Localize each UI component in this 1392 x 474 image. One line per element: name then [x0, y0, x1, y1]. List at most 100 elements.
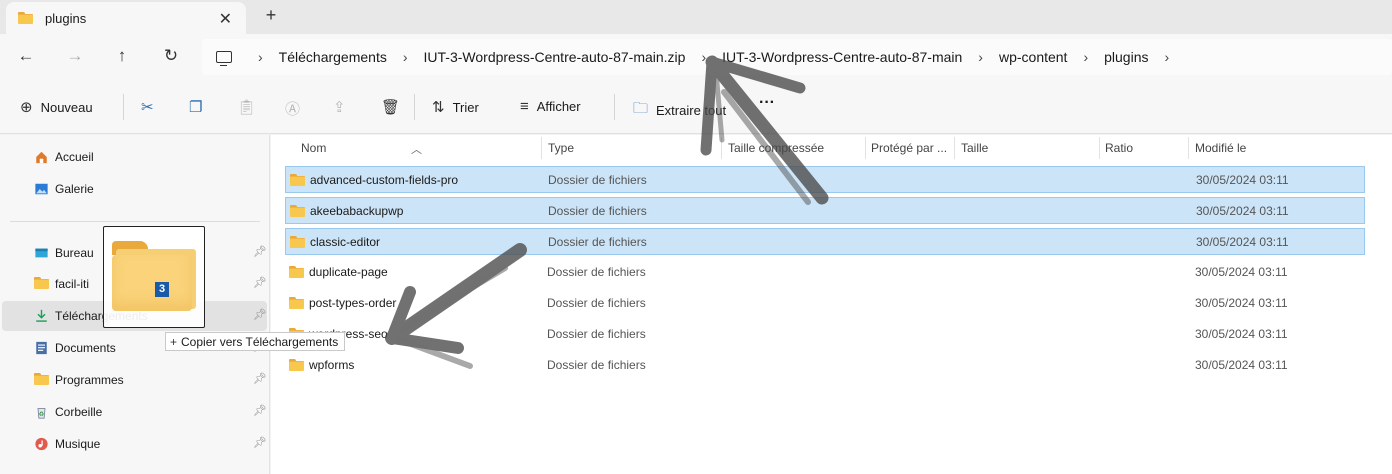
pin-icon[interactable]: 📌︎ — [253, 276, 267, 289]
new-button[interactable]: ⊕ Nouveau — [20, 98, 93, 116]
file-type: Dossier de fichiers — [547, 358, 646, 372]
column-divider[interactable] — [1188, 137, 1189, 159]
file-name: akeebabackupwp — [310, 204, 404, 218]
view-icon: ≡ — [520, 98, 529, 115]
chevron-right-icon[interactable]: › — [1165, 49, 1170, 65]
breadcrumb-wp-content[interactable]: wp-content — [999, 49, 1067, 65]
sidebar-item-label: Accueil — [55, 150, 94, 164]
column-password-protected[interactable]: Protégé par ... — [871, 141, 947, 155]
refresh-button[interactable]: ↻ — [159, 46, 183, 68]
chevron-right-icon[interactable]: › — [403, 49, 408, 65]
command-toolbar: ⊕ Nouveau ✂ ❐ 📋︎ Ⓐ ⇪ 🗑︎ ⇅ Trier ≡ Affich… — [0, 80, 1392, 134]
file-row[interactable]: duplicate-page Dossier de fichiers 30/05… — [285, 259, 1365, 286]
folder-icon — [290, 236, 305, 248]
sidebar-item-label: facil-iti — [55, 277, 90, 291]
sidebar-item-music[interactable]: Musique 📌︎ — [2, 429, 267, 459]
extract-all-button[interactable]: 🗀︎ Extraire tout — [633, 98, 726, 123]
drag-preview: 3 — [103, 226, 205, 328]
file-type: Dossier de fichiers — [548, 204, 647, 218]
more-options-button[interactable]: ··· — [759, 94, 775, 112]
sidebar-item-label: Galerie — [55, 182, 94, 196]
clipboard-icon: 📋︎ — [237, 99, 257, 116]
breadcrumb-downloads[interactable]: Téléchargements — [279, 49, 387, 65]
music-icon — [35, 437, 48, 451]
rename-icon: Ⓐ — [285, 101, 301, 118]
sidebar-item-home[interactable]: Accueil — [2, 142, 267, 172]
column-divider[interactable] — [954, 137, 955, 159]
computer-icon — [216, 51, 232, 66]
column-ratio[interactable]: Ratio — [1105, 141, 1133, 155]
tab-plugins[interactable]: plugins ✕ — [6, 2, 246, 34]
file-name: post-types-order — [309, 296, 397, 310]
chevron-right-icon[interactable]: › — [978, 49, 983, 65]
desktop-icon — [35, 248, 48, 258]
breadcrumb-plugins[interactable]: plugins — [1104, 49, 1148, 65]
file-name: duplicate-page — [309, 265, 388, 279]
folder-icon — [18, 12, 33, 24]
forward-button[interactable]: → — [63, 46, 87, 68]
documents-icon — [36, 341, 47, 355]
item-count-badge: 3 — [155, 282, 169, 297]
file-row[interactable]: wpforms Dossier de fichiers 30/05/2024 0… — [285, 352, 1365, 379]
sort-button[interactable]: ⇅ Trier — [432, 98, 479, 116]
column-compressed-size[interactable]: Taille compressée — [728, 141, 824, 155]
column-name[interactable]: Nom — [301, 141, 326, 155]
file-type: Dossier de fichiers — [548, 173, 647, 187]
close-tab-icon[interactable]: ✕ — [219, 9, 232, 29]
file-modified: 30/05/2024 03:11 — [1196, 235, 1289, 249]
sidebar-item-label: Musique — [55, 437, 101, 451]
column-divider[interactable] — [541, 137, 542, 159]
tab-bar: plugins ✕ + — [0, 0, 1392, 34]
delete-button[interactable]: 🗑︎ — [381, 98, 408, 116]
folder-icon — [289, 297, 304, 309]
chevron-right-icon[interactable]: › — [1083, 49, 1088, 65]
file-modified: 30/05/2024 03:11 — [1195, 358, 1288, 372]
new-tab-button[interactable]: + — [262, 5, 280, 27]
file-row[interactable]: classic-editor Dossier de fichiers 30/05… — [285, 228, 1365, 255]
file-modified: 30/05/2024 03:11 — [1195, 265, 1288, 279]
home-icon — [36, 151, 47, 164]
tab-title: plugins — [45, 10, 87, 26]
view-button[interactable]: ≡ Afficher — [520, 98, 581, 115]
copy-button[interactable]: ❐ — [189, 98, 210, 116]
pin-icon[interactable]: 📌︎ — [253, 404, 267, 417]
column-modified[interactable]: Modifié le — [1195, 141, 1246, 155]
sidebar-item-label: Corbeille — [55, 405, 103, 419]
chevron-right-icon[interactable]: › — [258, 49, 263, 65]
sidebar-item-gallery[interactable]: Galerie — [2, 174, 267, 204]
paste-button[interactable]: 📋︎ — [237, 98, 264, 116]
folder-icon — [289, 266, 304, 278]
column-size[interactable]: Taille — [961, 141, 988, 155]
file-row[interactable]: post-types-order Dossier de fichiers 30/… — [285, 290, 1365, 317]
sidebar-item-recycle-bin[interactable]: ♻ Corbeille 📌︎ — [2, 397, 267, 427]
breadcrumb-zip[interactable]: IUT-3-Wordpress-Centre-auto-87-main.zip — [424, 49, 686, 65]
cut-button[interactable]: ✂ — [141, 98, 162, 116]
column-type[interactable]: Type — [548, 141, 574, 155]
share-button[interactable]: ⇪ — [333, 98, 354, 116]
pin-icon[interactable]: 📌︎ — [253, 245, 267, 258]
file-row[interactable]: akeebabackupwp Dossier de fichiers 30/05… — [285, 197, 1365, 224]
copy-icon: ❐ — [189, 99, 203, 116]
up-button[interactable]: ↑ — [110, 46, 134, 68]
file-type: Dossier de fichiers — [547, 296, 646, 310]
pin-icon[interactable]: 📌︎ — [253, 436, 267, 449]
file-row[interactable]: wordpress-seo Dossier de fichiers 30/05/… — [285, 321, 1365, 348]
breadcrumb-project[interactable]: IUT-3-Wordpress-Centre-auto-87-main — [722, 49, 962, 65]
rename-button[interactable]: Ⓐ — [285, 98, 308, 119]
column-divider[interactable] — [865, 137, 866, 159]
sidebar-item-label: Programmes — [55, 373, 124, 387]
column-divider[interactable] — [721, 137, 722, 159]
chevron-right-icon[interactable]: › — [701, 49, 706, 65]
pin-icon[interactable]: 📌︎ — [253, 372, 267, 385]
file-modified: 30/05/2024 03:11 — [1195, 327, 1288, 341]
svg-text:♻: ♻ — [39, 411, 44, 418]
address-bar[interactable]: › Téléchargements › IUT-3-Wordpress-Cent… — [202, 39, 1392, 75]
stacked-folders-icon: 3 — [112, 241, 196, 311]
pin-icon[interactable]: 📌︎ — [253, 308, 267, 321]
share-icon: ⇪ — [333, 99, 346, 116]
extract-icon: 🗀︎ — [633, 100, 649, 117]
file-row[interactable]: advanced-custom-fields-pro Dossier de fi… — [285, 166, 1365, 193]
back-button[interactable]: ← — [14, 46, 38, 68]
column-divider[interactable] — [1099, 137, 1100, 159]
sidebar-item-programmes[interactable]: Programmes 📌︎ — [2, 365, 267, 395]
